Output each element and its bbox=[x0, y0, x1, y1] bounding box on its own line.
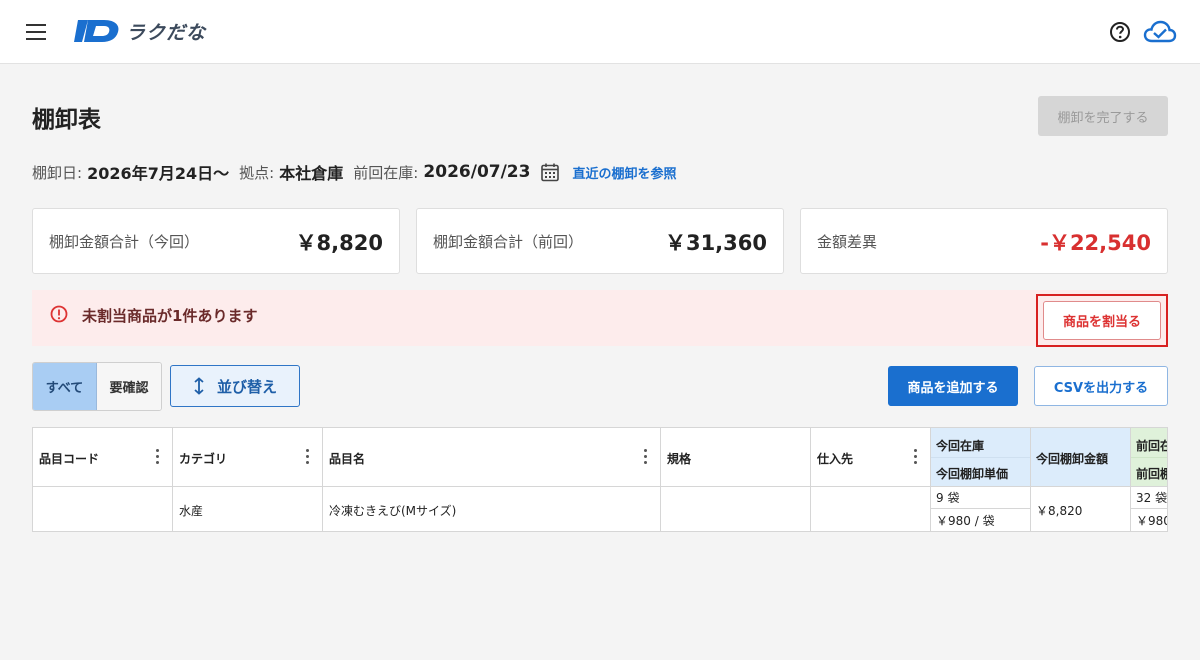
summary-card-difference: 金額差異 -￥22,540 bbox=[800, 208, 1168, 274]
calendar-icon[interactable] bbox=[540, 162, 560, 182]
table-row-cell-spec[interactable] bbox=[661, 487, 811, 531]
sort-label: 並び替え bbox=[216, 377, 277, 396]
app-logo[interactable]: ラクだな bbox=[74, 16, 206, 46]
sort-button[interactable]: 並び替え bbox=[170, 365, 300, 407]
column-header-code[interactable]: 品目コード bbox=[33, 428, 173, 487]
help-icon[interactable] bbox=[1109, 21, 1131, 43]
card-value-negative: -￥22,540 bbox=[1040, 231, 1151, 255]
location-label: 拠点: bbox=[239, 163, 275, 182]
table-row-cell-supplier[interactable] bbox=[811, 487, 931, 531]
filter-toggle-group: すべて 要確認 bbox=[32, 362, 162, 411]
card-value: ￥31,360 bbox=[664, 231, 767, 255]
reference-latest-link[interactable]: 直近の棚卸を参照 bbox=[572, 163, 676, 182]
filter-all-button[interactable]: すべて bbox=[33, 363, 97, 410]
table-row-cell-code[interactable] bbox=[33, 487, 173, 531]
export-csv-button[interactable]: CSVを出力する bbox=[1034, 366, 1168, 406]
column-menu-icon[interactable] bbox=[914, 449, 918, 465]
prev-stock-value: 2026/07/23 bbox=[423, 162, 531, 182]
page-title: 棚卸表 bbox=[32, 107, 101, 133]
assign-product-button[interactable]: 商品を割当る bbox=[1043, 301, 1161, 340]
column-menu-icon[interactable] bbox=[644, 449, 648, 465]
column-header-supplier[interactable]: 仕入先 bbox=[811, 428, 931, 487]
location-value: 本社倉庫 bbox=[279, 164, 344, 183]
card-value: ￥8,820 bbox=[295, 231, 383, 255]
date-label: 棚卸日: bbox=[32, 163, 83, 182]
table-row-cell-current-amount[interactable]: ￥8,820 bbox=[1031, 487, 1131, 531]
column-menu-icon[interactable] bbox=[306, 449, 310, 465]
assign-highlight: 商品を割当る bbox=[1036, 294, 1168, 347]
prev-stock-label: 前回在庫: bbox=[353, 163, 419, 182]
stocktake-table: 品目コード カテゴリ 品目名 規格 仕入先 今回在庫 今回棚卸単価 今回棚卸金額… bbox=[32, 427, 1168, 532]
alert-message: 未割当商品が1件あります bbox=[82, 307, 258, 325]
table-row-cell-previous-stock[interactable]: 32 袋 ￥980 bbox=[1131, 487, 1167, 531]
column-header-spec[interactable]: 規格 bbox=[661, 428, 811, 487]
summary-card-previous: 棚卸金額合計（前回） ￥31,360 bbox=[416, 208, 784, 274]
table-row-cell-category[interactable]: 水産 bbox=[173, 487, 323, 531]
column-header-category[interactable]: カテゴリ bbox=[173, 428, 323, 487]
add-product-button[interactable]: 商品を追加する bbox=[888, 366, 1018, 406]
date-value: 2026年7月24日〜 bbox=[87, 164, 230, 183]
table-row-cell-current-stock[interactable]: 9 袋 ￥980 / 袋 bbox=[931, 487, 1031, 531]
column-header-name[interactable]: 品目名 bbox=[323, 428, 661, 487]
logo-icon bbox=[74, 20, 119, 42]
card-label: 棚卸金額合計（今回） bbox=[49, 233, 200, 251]
summary-card-current: 棚卸金額合計（今回） ￥8,820 bbox=[32, 208, 400, 274]
table-row-cell-name[interactable]: 冷凍むきえび(Mサイズ) bbox=[323, 487, 661, 531]
cloud-check-icon[interactable] bbox=[1143, 18, 1177, 46]
hamburger-icon[interactable] bbox=[26, 24, 46, 40]
filter-needs-check-button[interactable]: 要確認 bbox=[97, 363, 161, 410]
alert-circle-icon bbox=[50, 305, 68, 323]
column-menu-icon[interactable] bbox=[156, 449, 160, 465]
stocktake-info: 棚卸日: 2026年7月24日〜 拠点: 本社倉庫 前回在庫: 2026/07/… bbox=[32, 160, 676, 184]
app-name: ラクだな bbox=[126, 21, 207, 44]
column-header-current-stock[interactable]: 今回在庫 今回棚卸単価 bbox=[931, 428, 1031, 487]
app-header: ラクだな bbox=[0, 0, 1200, 64]
card-label: 棚卸金額合計（前回） bbox=[433, 233, 584, 251]
card-label: 金額差異 bbox=[817, 233, 878, 251]
sort-arrows-icon bbox=[194, 377, 204, 395]
column-header-previous-stock[interactable]: 前回在 前回棚 bbox=[1131, 428, 1167, 487]
complete-stocktake-button[interactable]: 棚卸を完了する bbox=[1038, 96, 1168, 136]
unassigned-alert: 未割当商品が1件あります 商品を割当る bbox=[32, 290, 1168, 347]
column-header-current-amount[interactable]: 今回棚卸金額 bbox=[1031, 428, 1131, 487]
